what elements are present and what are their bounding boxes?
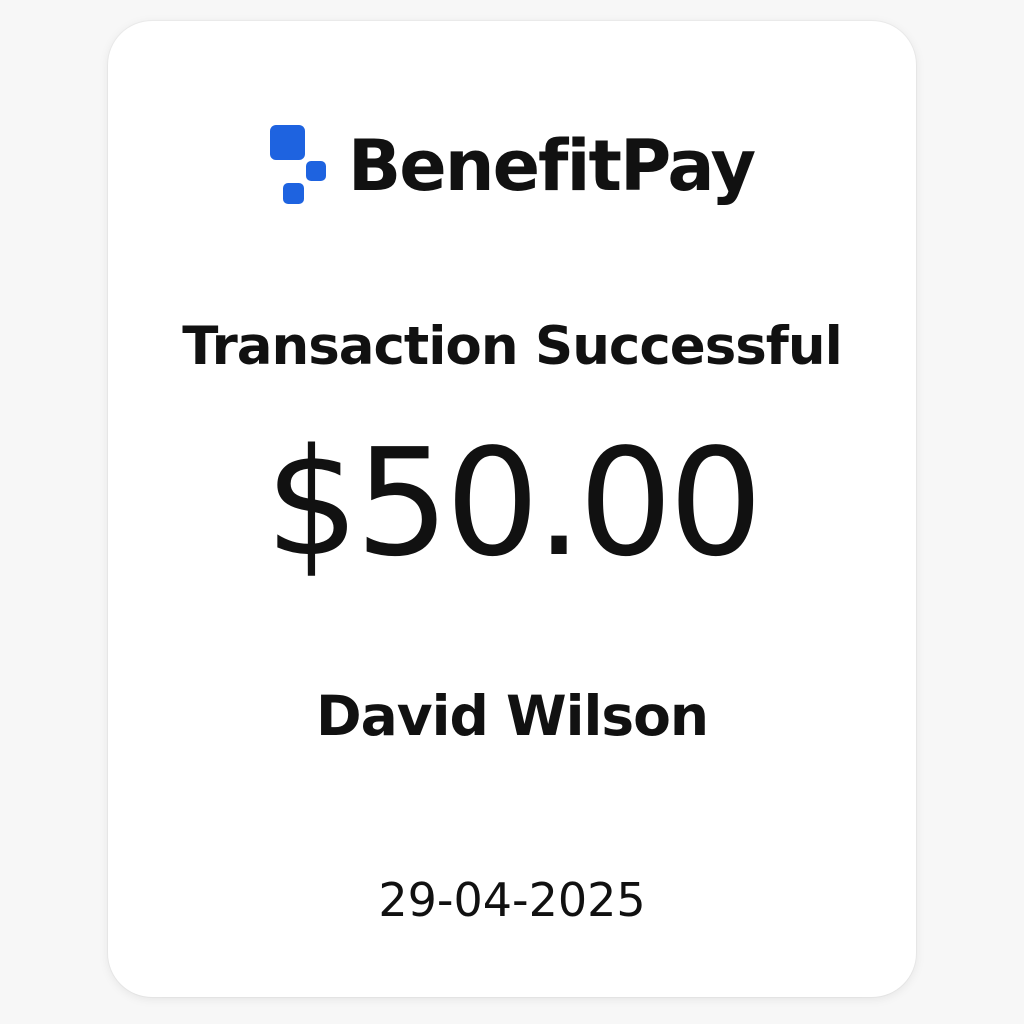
brand-name: BenefitPay — [347, 125, 756, 207]
transaction-amount: $50.00 — [265, 417, 763, 589]
brand-header: BenefitPay — [108, 111, 916, 221]
transaction-date: 29-04-2025 — [378, 873, 646, 927]
recipient-name: David Wilson — [315, 684, 709, 748]
logo-square-medium — [305, 161, 326, 181]
logo-square-small — [282, 183, 304, 204]
logo-square-large — [269, 125, 305, 160]
transaction-status: Transaction Successful — [182, 316, 843, 377]
benefitpay-logo-icon — [269, 123, 330, 209]
receipt-card: BenefitPay Transaction Successful $50.00… — [108, 21, 916, 997]
